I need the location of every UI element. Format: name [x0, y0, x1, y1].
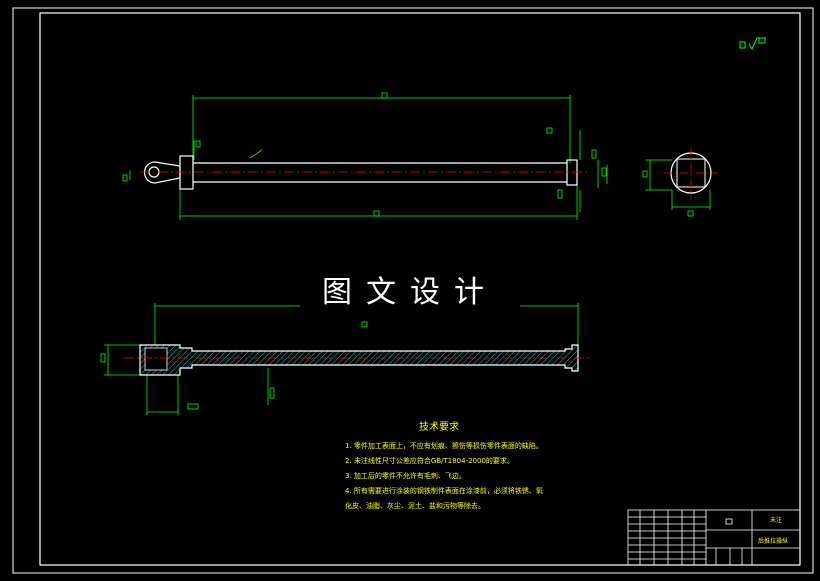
- roughness-symbol-icon: [739, 37, 766, 51]
- rod-top-view: [122, 92, 608, 220]
- tech-requirements: 技术要求 1. 零件加工表面上，不应有划痕、擦伤等损伤零件表面的缺陷。 2. 未…: [345, 420, 543, 514]
- tech-requirement-1: 1. 零件加工表面上，不应有划痕、擦伤等损伤零件表面的缺陷。: [345, 442, 543, 450]
- title-block-part-name: 后推拉操纵: [758, 538, 789, 545]
- rod-end-view: [642, 147, 718, 217]
- tech-requirement-4: 4. 所有需要进行涂装的钢铁制件表面在涂漆前，必须将铁锈、氧: [345, 487, 543, 495]
- tech-requirement-2: 2. 未注线性尺寸公差应符合GB/T1804-2000的要求。: [345, 457, 514, 465]
- tech-requirements-title: 技术要求: [419, 422, 459, 433]
- tech-requirement-3: 3. 加工后的零件不允许有毛刺、飞边。: [345, 472, 466, 480]
- watermark: 图文设计: [300, 268, 520, 318]
- title-block-material: 未注: [770, 517, 783, 524]
- rod-section-view: [100, 303, 590, 415]
- section-outline: [139, 344, 579, 376]
- tech-requirement-4-cont: 化皮、油脂、灰尘、泥土、盐和污物等除去。: [345, 502, 485, 510]
